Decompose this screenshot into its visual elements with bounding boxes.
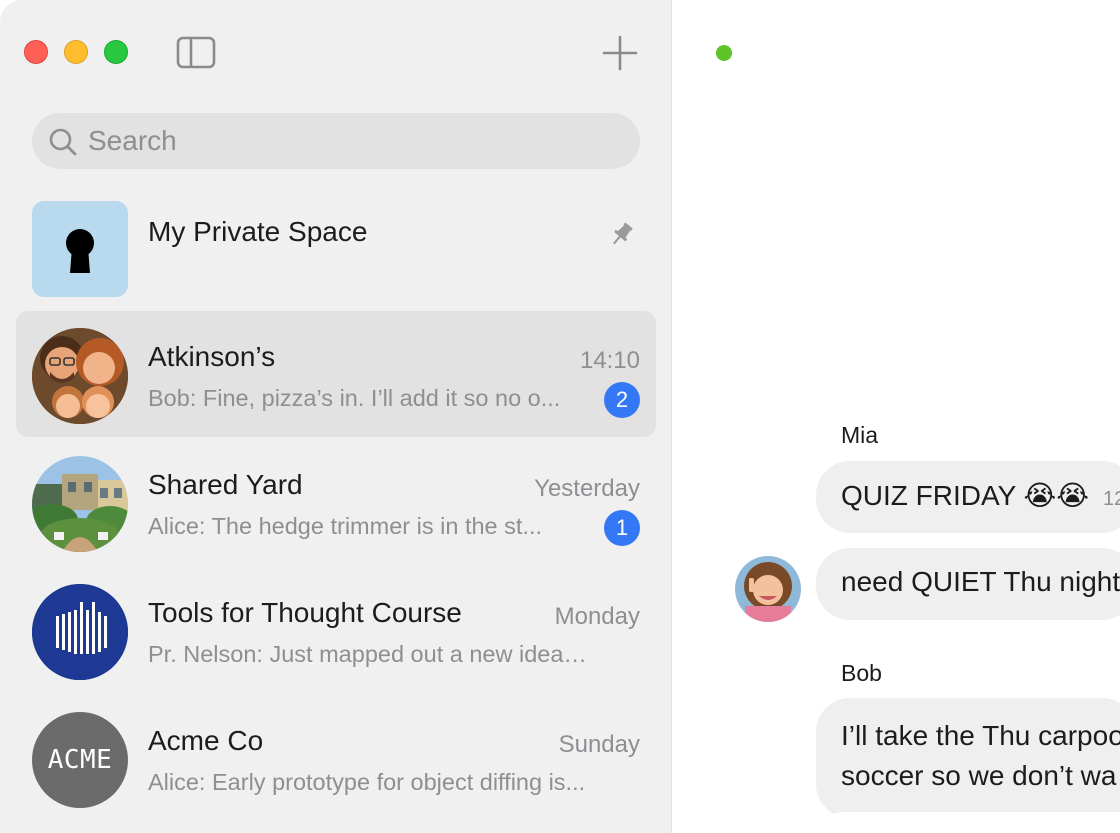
minimize-window-button[interactable] <box>64 40 88 64</box>
conversation-row-shared-yard[interactable]: Shared Yard Yesterday Alice: The hedge t… <box>16 439 656 565</box>
online-status-dot <box>716 45 732 61</box>
conversation-name: Acme Co <box>148 725 264 756</box>
sidebar: My Private Space <box>0 0 672 833</box>
message-text: need QUIET Thu night <box>841 566 1120 597</box>
conversation-name: My Private Space <box>148 216 368 247</box>
course-logo-avatar <box>32 584 128 680</box>
close-window-button[interactable] <box>24 40 48 64</box>
chat-pane: Mia QUIZ FRIDAY 😭😭 12: need QUIET Thu nig… <box>673 0 1120 833</box>
search-icon <box>49 128 77 156</box>
pin-icon <box>613 222 633 245</box>
conversation-time: Monday <box>554 603 640 630</box>
message-text-line: I’ll take the Thu carpool <box>841 720 1120 751</box>
message-bubble[interactable]: QUIZ FRIDAY 😭😭 12: <box>816 461 1120 533</box>
keyhole-icon <box>32 201 128 297</box>
sidebar-toggle-icon[interactable] <box>176 36 216 69</box>
message-sender: Mia <box>841 422 879 448</box>
conversation-preview: Alice: The hedge trimmer is in the st... <box>148 513 543 539</box>
sender-avatar <box>735 556 801 622</box>
conversation-name: Tools for Thought Course <box>148 597 462 628</box>
conversation-row-acme-co[interactable]: ACME Acme Co Sunday Alice: Early prototy… <box>16 695 656 821</box>
message-text: QUIZ FRIDAY 😭😭 <box>841 480 1089 511</box>
message-bubble[interactable]: need QUIET Thu night <box>816 548 1120 620</box>
message-text-line: soccer so we don’t wa <box>841 760 1117 791</box>
family-avatar <box>32 328 128 424</box>
conversation-preview: Bob: Fine, pizza’s in. I’ll add it so no… <box>148 385 561 411</box>
message-time: 12: <box>1102 488 1120 510</box>
yard-avatar <box>32 456 128 552</box>
conversation-preview: Alice: Early prototype for object diffin… <box>148 769 586 795</box>
conversation-row-private-space[interactable]: My Private Space <box>16 184 656 310</box>
conversation-row-tools-for-thought[interactable]: Tools for Thought Course Monday Pr. Nels… <box>16 567 656 693</box>
zoom-window-button[interactable] <box>104 40 128 64</box>
search-input[interactable] <box>88 118 608 164</box>
message-bubble[interactable]: I’ll take the Thu carpool soccer so we d… <box>816 698 1120 818</box>
message-bubble-next[interactable] <box>823 812 1120 833</box>
message-sender: Bob <box>841 660 882 686</box>
plus-icon[interactable] <box>602 35 638 71</box>
conversation-time: 14:10 <box>579 347 640 374</box>
acme-avatar-text: ACME <box>47 745 113 775</box>
conversation-time: Sunday <box>558 731 640 758</box>
conversation-name: Shared Yard <box>148 469 303 500</box>
conversation-row-atkinsons[interactable]: Atkinson’s 14:10 Bob: Fine, pizza’s in. … <box>16 311 656 437</box>
conversation-time: Yesterday <box>534 475 640 502</box>
conversation-preview: Pr. Nelson: Just mapped out a new idea s… <box>148 641 588 667</box>
acme-avatar: ACME <box>32 712 128 808</box>
conversation-name: Atkinson’s <box>148 341 276 372</box>
unread-badge: 1 <box>604 510 640 546</box>
unread-badge: 2 <box>604 382 640 418</box>
